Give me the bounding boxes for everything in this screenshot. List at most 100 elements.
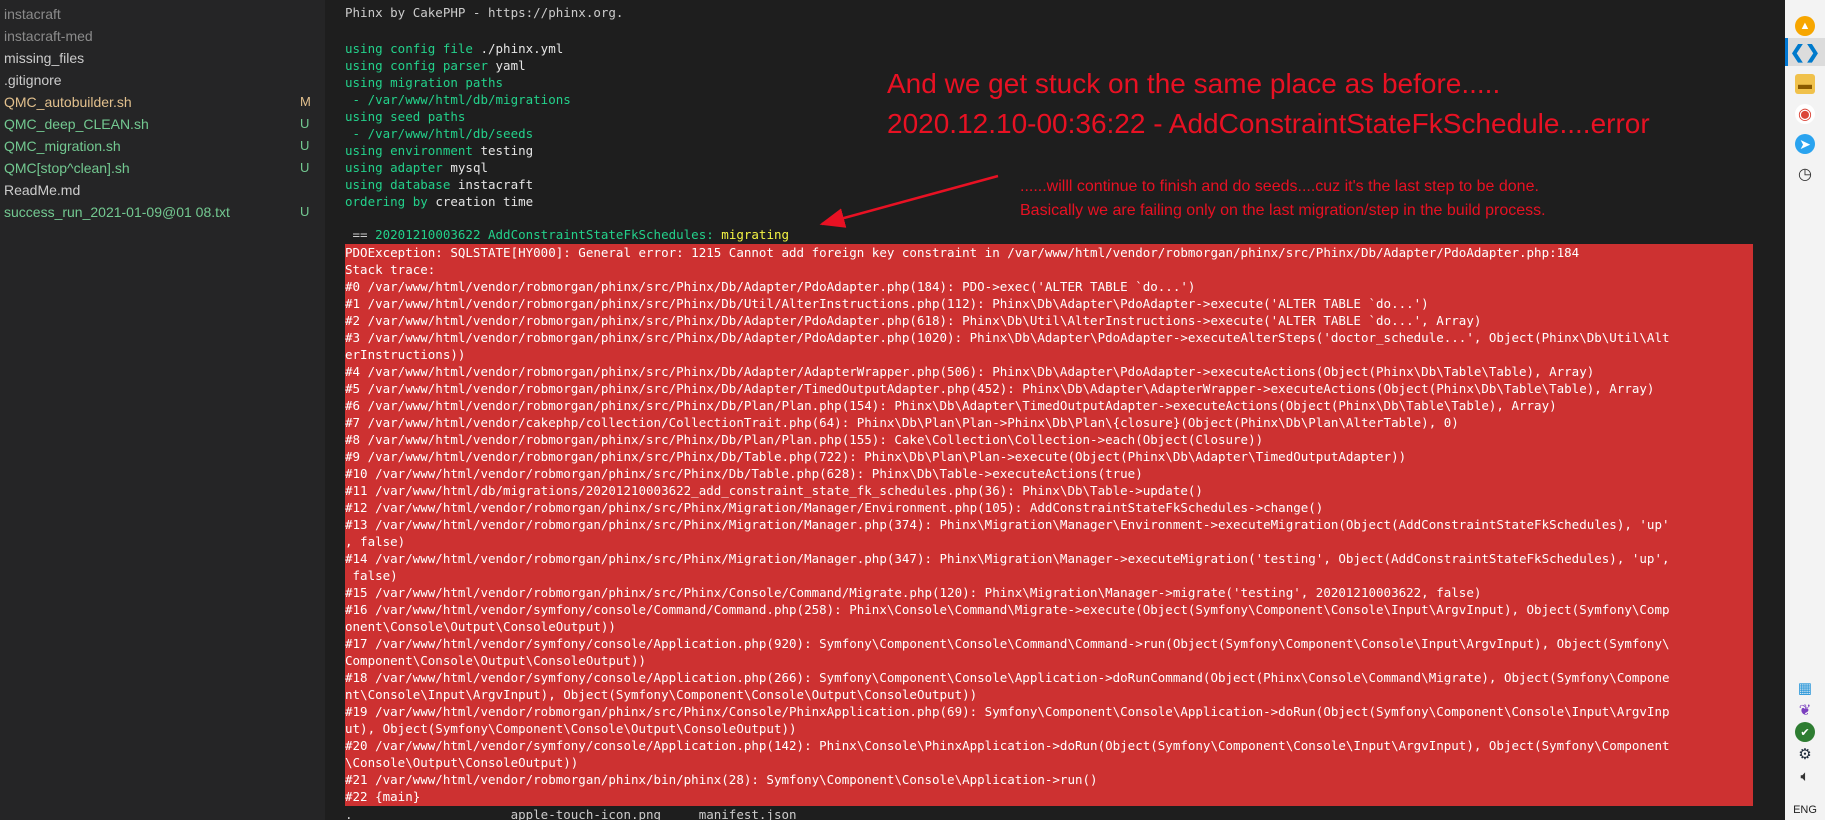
- file-name: instacraft: [4, 6, 61, 22]
- config-value: ./phinx.yml: [472, 41, 564, 56]
- config-value: testing: [472, 143, 534, 158]
- file-item[interactable]: success_run_2021-01-09@01 08.txt U: [0, 201, 325, 223]
- migration-status: migrating: [713, 227, 790, 242]
- file-item[interactable]: QMC_autobuilder.sh M: [0, 91, 325, 113]
- chrome-icon[interactable]: ◉: [1795, 104, 1815, 124]
- stack-trace-line: #8 /var/www/html/vendor/robmorgan/phinx/…: [345, 432, 1264, 447]
- config-key: - /var/www/html/db/seeds: [345, 126, 534, 141]
- stack-trace-line: #9 /var/www/html/vendor/robmorgan/phinx/…: [345, 449, 1407, 464]
- stack-trace-line: #12 /var/www/html/vendor/robmorgan/phinx…: [345, 500, 1324, 515]
- git-status-badge: U: [300, 160, 310, 175]
- config-key: using environment: [345, 143, 473, 158]
- git-status-badge: U: [300, 138, 310, 153]
- feather-icon[interactable]: ❦: [1795, 700, 1815, 720]
- stack-trace-line: erInstructions)): [345, 347, 466, 362]
- stack-trace-line: #13 /var/www/html/vendor/robmorgan/phinx…: [345, 517, 1670, 532]
- config-key: using config parser: [345, 58, 488, 73]
- git-status-badge: U: [300, 116, 310, 131]
- stack-trace-line: #6 /var/www/html/vendor/robmorgan/phinx/…: [345, 398, 1557, 413]
- file-item[interactable]: missing_files: [0, 47, 325, 69]
- git-status-badge: M: [300, 94, 311, 109]
- config-key: - /var/www/html/db/migrations: [345, 92, 571, 107]
- stack-trace-line: #19 /var/www/html/vendor/robmorgan/phinx…: [345, 704, 1670, 719]
- file-name: missing_files: [4, 50, 85, 66]
- shield-check-icon[interactable]: ✔: [1795, 722, 1815, 742]
- git-status-badge: U: [300, 204, 310, 219]
- file-name: ReadMe.md: [4, 182, 81, 198]
- stack-trace-line: #4 /var/www/html/vendor/robmorgan/phinx/…: [345, 364, 1595, 379]
- vscode-icon[interactable]: ❮❯: [1790, 42, 1820, 62]
- stack-trace-line: , false): [345, 534, 406, 549]
- stack-trace-line: \Console\Output\ConsoleOutput)): [345, 755, 579, 770]
- config-line: using migration paths: [345, 74, 503, 91]
- config-line: using adapter mysql: [345, 159, 488, 176]
- config-key: ordering by: [345, 194, 428, 209]
- stack-trace-line: ut), Object(Symfony\Component\Console\Ou…: [345, 721, 797, 736]
- stack-trace-line: nt\Console\Input\ArgvInput), Object(Symf…: [345, 687, 978, 702]
- annotation-note-2: Basically we are failing only on the las…: [1020, 202, 1546, 219]
- folder-icon[interactable]: ▬: [1795, 74, 1815, 94]
- speaker-icon[interactable]: 🔈︎: [1795, 766, 1815, 786]
- config-value: yaml: [488, 58, 526, 73]
- config-line: - /var/www/html/db/migrations: [345, 91, 571, 108]
- terminal-panel[interactable]: Phinx by CakePHP - https://phinx.org. us…: [325, 0, 1785, 820]
- active-app-indicator: [1785, 38, 1788, 66]
- docker-icon[interactable]: ▦: [1795, 678, 1815, 698]
- language-indicator[interactable]: ENG: [1785, 804, 1825, 816]
- annotation-headline-2: 2020.12.10-00:36:22 - AddConstraintState…: [887, 108, 1650, 139]
- stack-trace-line: #22 {main}: [345, 789, 421, 804]
- config-key: using seed paths: [345, 109, 466, 124]
- config-line: using config file ./phinx.yml: [345, 40, 563, 57]
- config-line: - /var/www/html/db/seeds: [345, 125, 534, 142]
- terminal-header-line: Phinx by CakePHP - https://phinx.org.: [345, 5, 624, 20]
- notification-icon[interactable]: ▲: [1795, 16, 1815, 36]
- migration-line: == 20201210003622 AddConstraintStateFkSc…: [345, 226, 790, 243]
- file-name: instacraft-med: [4, 28, 93, 44]
- config-key: using config file: [345, 41, 473, 56]
- explorer-panel: instacraft instacraft-med missing_files .gi…: [0, 0, 325, 820]
- file-name: QMC[stop^clean].sh: [4, 160, 130, 176]
- stack-trace-line: #11 /var/www/html/db/migrations/20201210…: [345, 483, 1203, 498]
- config-key: using migration paths: [345, 75, 504, 90]
- config-value: creation time: [427, 194, 534, 209]
- taskbar: ▲ ❮❯ ▬ ◉ ➤ ◷ ▦ ❦ ✔ ⚙ 🔈︎ ENG: [1785, 0, 1825, 820]
- file-name: .gitignore: [4, 72, 62, 88]
- file-item[interactable]: QMC_migration.sh U: [0, 135, 325, 157]
- stack-trace-line: #14 /var/www/html/vendor/robmorgan/phinx…: [345, 551, 1670, 566]
- file-item[interactable]: QMC_deep_CLEAN.sh U: [0, 113, 325, 135]
- file-item[interactable]: QMC[stop^clean].sh U: [0, 157, 325, 179]
- stack-trace-line: #20 /var/www/html/vendor/symfony/console…: [345, 738, 1670, 753]
- telegram-icon[interactable]: ➤: [1795, 134, 1815, 154]
- config-line: using config parser yaml: [345, 57, 526, 74]
- migration-prefix: ==: [345, 227, 376, 242]
- stack-trace-line: #5 /var/www/html/vendor/robmorgan/phinx/…: [345, 381, 1655, 396]
- file-item[interactable]: ReadMe.md: [0, 179, 325, 201]
- stack-trace-line: false): [345, 568, 398, 583]
- stack-trace-line: onent\Console\Output\ConsoleOutput)): [345, 619, 616, 634]
- annotation-note-1: ......willl continue to finish and do se…: [1020, 178, 1539, 195]
- config-line: ordering by creation time: [345, 193, 533, 210]
- stack-trace-line: #7 /var/www/html/vendor/cakephp/collecti…: [345, 415, 1459, 430]
- stack-trace-line: #0 /var/www/html/vendor/robmorgan/phinx/…: [345, 279, 1196, 294]
- config-line: using database instacraft: [345, 176, 533, 193]
- file-item[interactable]: instacraft: [0, 3, 325, 25]
- config-key: using database: [345, 177, 451, 192]
- steam-icon[interactable]: ⚙: [1795, 744, 1815, 764]
- stack-trace-line: Stack trace:: [345, 262, 436, 277]
- config-value: mysql: [442, 160, 488, 175]
- stack-trace-line: #15 /var/www/html/vendor/robmorgan/phinx…: [345, 585, 1482, 600]
- stack-trace-line: #17 /var/www/html/vendor/symfony/console…: [345, 636, 1670, 651]
- directory-listing-line: . apple-touch-icon.png manifest.json: [345, 807, 797, 820]
- stack-trace-line: #21 /var/www/html/vendor/robmorgan/phinx…: [345, 772, 1098, 787]
- file-name: QMC_migration.sh: [4, 138, 121, 154]
- stack-trace-line: #1 /var/www/html/vendor/robmorgan/phinx/…: [345, 296, 1429, 311]
- clock-icon[interactable]: ◷: [1795, 164, 1815, 184]
- error-message-line: PDOException: SQLSTATE[HY000]: General e…: [345, 244, 1580, 261]
- file-item[interactable]: instacraft-med: [0, 25, 325, 47]
- annotation-headline-1: And we get stuck on the same place as be…: [887, 68, 1501, 99]
- file-name: QMC_deep_CLEAN.sh: [4, 116, 149, 132]
- stack-trace-line: #16 /var/www/html/vendor/symfony/console…: [345, 602, 1670, 617]
- file-name: success_run_2021-01-09@01 08.txt: [4, 204, 230, 220]
- file-item[interactable]: .gitignore: [0, 69, 325, 91]
- stack-trace-line: #18 /var/www/html/vendor/symfony/console…: [345, 670, 1670, 685]
